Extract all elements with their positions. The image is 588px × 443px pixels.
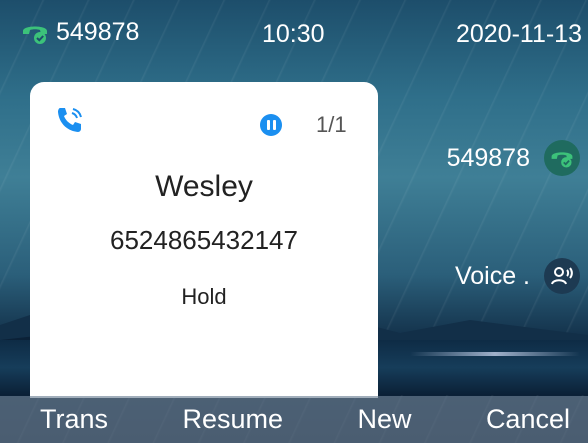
cancel-softkey[interactable]: Cancel: [486, 404, 570, 435]
wallpaper-lake-glow: [410, 352, 580, 356]
line-key-label: 549878: [446, 143, 530, 172]
call-card[interactable]: 1/1 Wesley 6524865432147 Hold: [30, 82, 378, 398]
contact-number: 6524865432147: [110, 225, 298, 255]
resume-softkey[interactable]: Resume: [182, 404, 283, 435]
incoming-call-icon: [54, 104, 86, 141]
voice-key-label: Voice .: [454, 261, 530, 290]
call-page-indicator: 1/1: [316, 112, 347, 137]
pause-icon: [260, 114, 282, 136]
new-softkey[interactable]: New: [357, 404, 411, 435]
phone-handset-icon: [20, 21, 50, 45]
status-bar: 549878 10:30 2020-11-13: [0, 0, 588, 60]
softkey-bar: Trans Resume New Cancel: [0, 396, 588, 443]
phone-handset-icon: [544, 140, 580, 176]
status-line-account[interactable]: 549878: [20, 18, 139, 47]
status-time: 10:30: [262, 20, 325, 48]
status-date: 2020-11-13: [455, 20, 582, 48]
voice-key[interactable]: Voice .: [455, 258, 580, 294]
line-key-549878[interactable]: 549878: [447, 140, 580, 176]
trans-softkey[interactable]: Trans: [40, 404, 108, 435]
status-line-number: 549878: [56, 18, 140, 46]
contact-name: Wesley: [155, 170, 253, 203]
voice-person-icon: [544, 258, 580, 294]
call-state: Hold: [181, 284, 227, 309]
